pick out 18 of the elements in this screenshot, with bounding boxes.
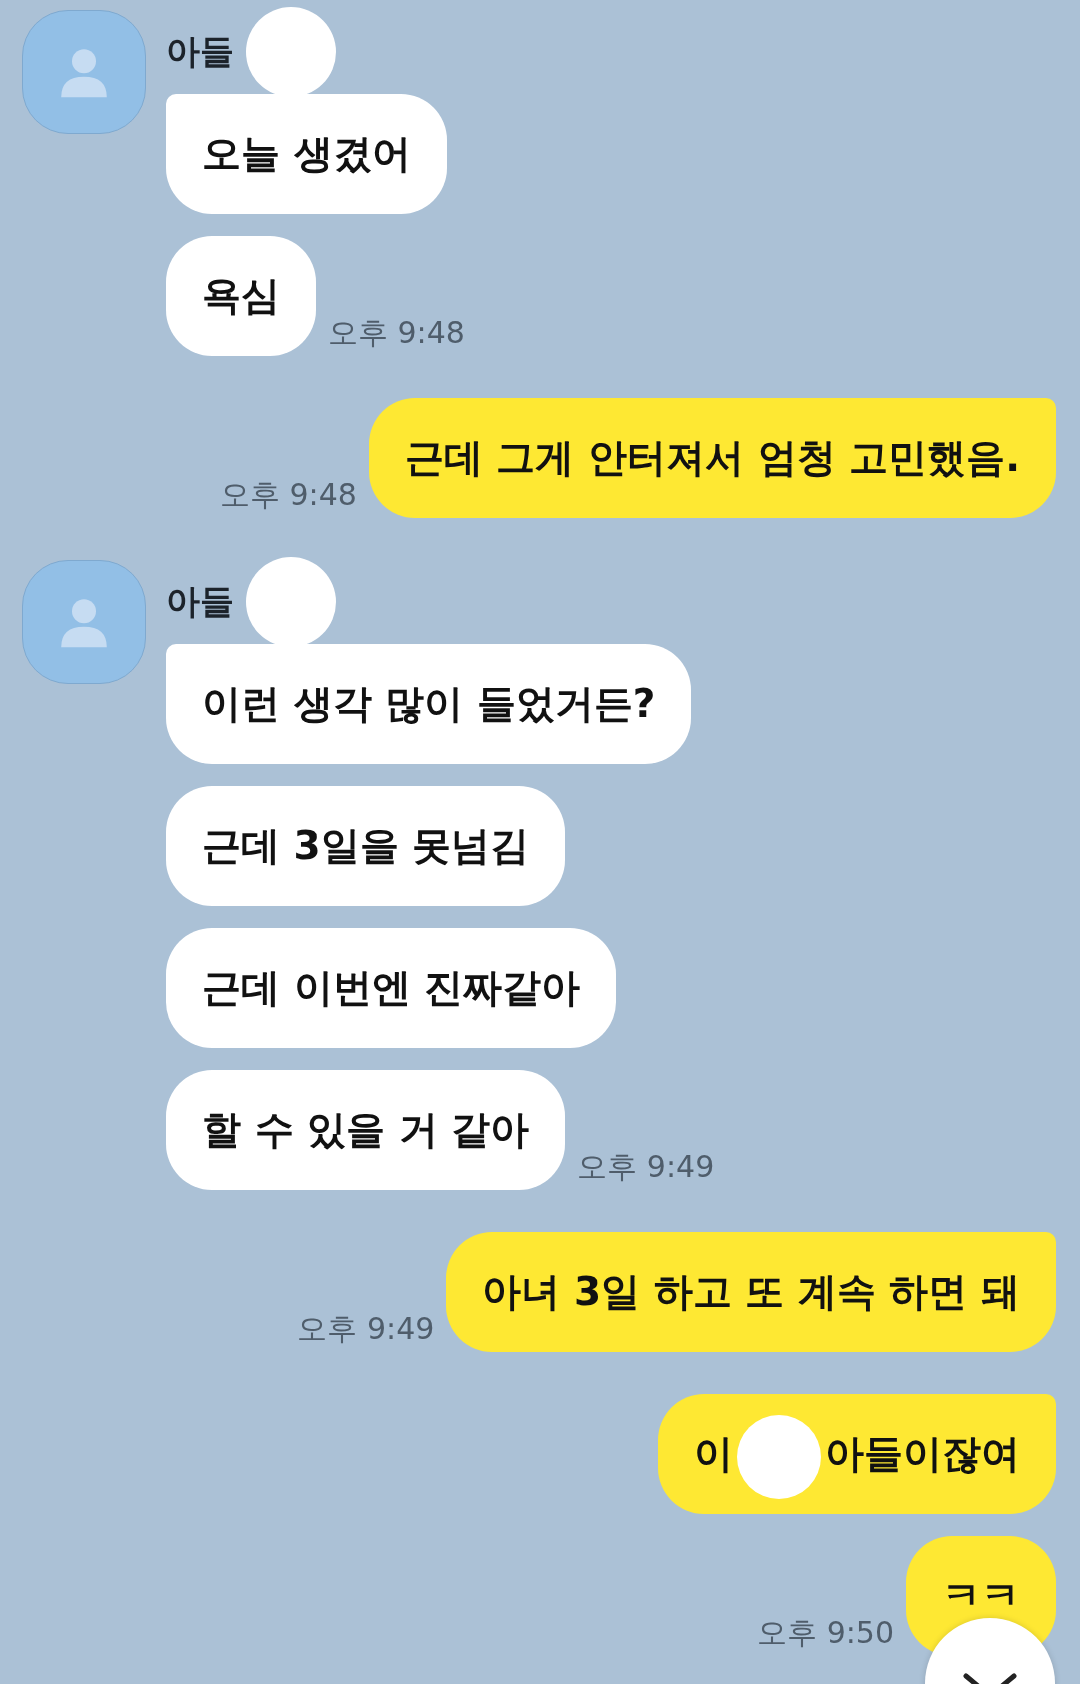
- message-bubble[interactable]: 욕심: [166, 236, 316, 356]
- sender-name: 아들: [166, 580, 234, 623]
- message-bubble[interactable]: 이 아들이잖여: [658, 1394, 1056, 1514]
- timestamp: 오후 9:49: [577, 1148, 715, 1186]
- sender-name: 아들: [166, 30, 234, 73]
- timestamp: 오후 9:48: [328, 314, 465, 352]
- timestamp: 오후 9:49: [297, 1310, 435, 1348]
- message-bubble[interactable]: 이런 생각 많이 들었거든?: [166, 644, 692, 764]
- message-bubble[interactable]: 근데 3일을 못넘김: [166, 786, 566, 906]
- message-bubble[interactable]: 오늘 생겼어: [166, 94, 447, 214]
- message-bubble[interactable]: 근데 이번엔 진짜같아: [166, 928, 617, 1048]
- avatar-icon[interactable]: [22, 560, 146, 684]
- message-bubble[interactable]: 아녀 3일 하고 또 계속 하면 돼: [446, 1232, 1056, 1352]
- avatar-icon[interactable]: [22, 10, 146, 134]
- message-bubble[interactable]: 근데 그게 안터져서 엄청 고민했음.: [368, 398, 1056, 518]
- timestamp: 오후 9:48: [219, 476, 357, 514]
- message-bubble[interactable]: 할 수 있을 거 같아: [166, 1070, 566, 1190]
- timestamp: 오후 9:50: [757, 1614, 894, 1652]
